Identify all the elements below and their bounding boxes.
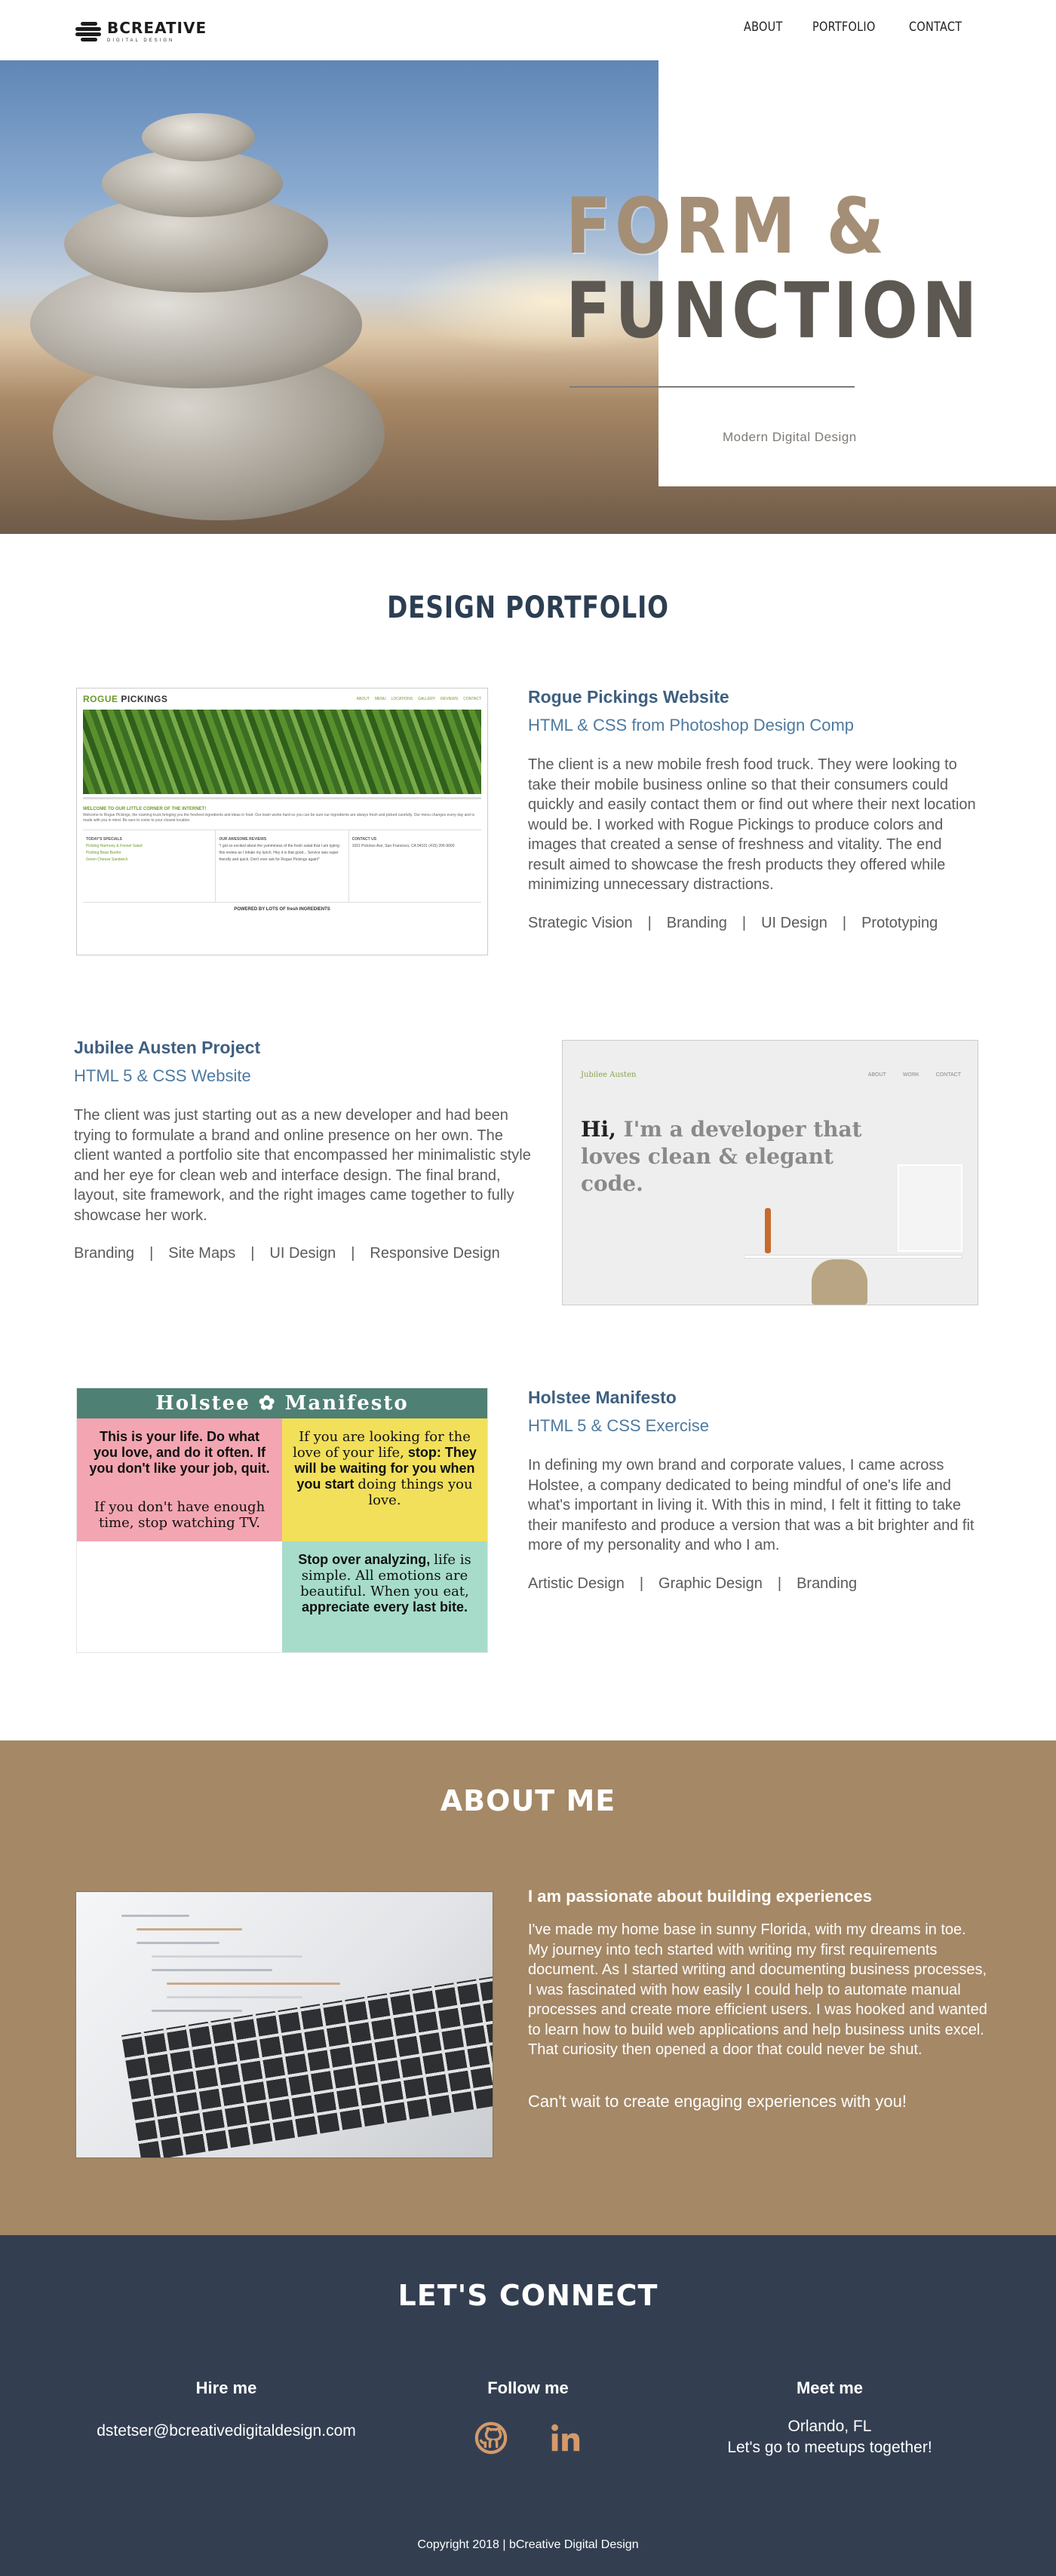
logo-text: BCREATIVE — [107, 19, 207, 37]
mock-logo: ROGUE PICKINGS — [83, 694, 168, 704]
top-navbar: BCREATIVE DIGITAL DESIGN ABOUT PORTFOLIO… — [0, 0, 1056, 60]
project-title[interactable]: Holstee Manifesto — [528, 1388, 984, 1407]
mock-header: ROGUE PICKINGS ABOUT MENU LOCATIONS GALLERY… — [77, 688, 487, 710]
mock-nav: ABOUT MENU LOCATIONS GALLERY REVIEWS CONTACT — [356, 697, 481, 701]
project-subtitle: HTML 5 & CSS Website — [74, 1066, 251, 1085]
about-text: I am passionate about building experienc… — [528, 1887, 988, 2111]
linkedin-icon[interactable] — [548, 2421, 582, 2455]
mock-frame — [898, 1164, 962, 1252]
mock-divider — [83, 797, 481, 799]
hire-column: Hire me dstetser@bcreativedigitaldesign.… — [68, 2378, 385, 2442]
mock-col-reviews: OUR AWESOME REVIEWS "I got so excited ab… — [216, 830, 349, 902]
about-subheading: I am passionate about building experienc… — [528, 1887, 873, 1906]
social-icons — [370, 2421, 686, 2455]
mock-chair — [812, 1259, 867, 1305]
mock-welcome: WELCOME TO OUR LITTLE CORNER OF THE INTE… — [83, 807, 207, 811]
mock-vase — [765, 1208, 771, 1253]
mock-cell-pink: This is your life. Do what you love, and… — [77, 1418, 282, 1541]
project-tag: Prototyping — [861, 914, 938, 931]
project-description: In defining my own brand and corporate v… — [528, 1457, 975, 1553]
project-tag: Branding — [797, 1575, 858, 1592]
mock-cell-yellow: If you are looking for the love of your … — [282, 1418, 487, 1541]
project-tag: Responsive Design — [370, 1245, 500, 1262]
mock-desk — [744, 1255, 962, 1259]
hero-subtitle: Modern Digital Design — [723, 430, 857, 444]
project-tag: Site Maps — [168, 1245, 236, 1262]
project-tags: Artistic Design | Graphic Design | Brandin… — [528, 1575, 858, 1592]
mock-logo: Jubilee Austen — [581, 1071, 637, 1079]
mock-columns: TODAY'S SPECIALS Pickling Harmony & Fenn… — [83, 830, 481, 902]
connect-section: LET'S CONNECT Hire me dstetser@bcreative… — [0, 2235, 1056, 2576]
meet-heading: Meet me — [796, 2378, 864, 2397]
holstee-manifesto-details: Holstee Manifesto HTML 5 & CSS Exercise … — [528, 1388, 984, 1593]
project-subtitle: HTML & CSS from Photoshop Design Comp — [528, 716, 855, 734]
follow-column: Follow me — [370, 2378, 686, 2455]
logo-subtext: DIGITAL DESIGN — [107, 38, 175, 43]
rogue-pickings-thumbnail[interactable]: ROGUE PICKINGS ABOUT MENU LOCATIONS GALLERY… — [76, 688, 488, 955]
mock-body: Welcome to Rogue Pickings, the roaming t… — [83, 813, 474, 823]
about-section: ABOUT ME I am passionate about building … — [0, 1740, 1056, 2235]
stone-top — [142, 113, 255, 161]
project-description: The client is a new mobile fresh food tr… — [528, 756, 976, 893]
project-tag: Branding — [666, 914, 727, 931]
mock-header: Holstee ✿ Manifesto — [77, 1388, 487, 1418]
github-icon[interactable] — [474, 2421, 508, 2455]
hero-banner: FORM & FUNCTION Modern Digital Design — [0, 60, 1056, 534]
hero-divider — [569, 386, 855, 388]
brand-logo[interactable]: BCREATIVE DIGITAL DESIGN — [75, 18, 207, 45]
project-tag: Strategic Vision — [528, 914, 633, 931]
mock-nav: ABOUT WORK CONTACT — [867, 1072, 961, 1078]
email-link[interactable]: dstetser@bcreativedigitaldesign.com — [68, 2421, 385, 2442]
project-tag: Artistic Design — [528, 1575, 625, 1592]
project-tag: Branding — [74, 1245, 135, 1262]
mock-cell-mint: Stop over analyzing, life is simple. All… — [282, 1541, 487, 1652]
logo-mark-icon — [75, 18, 103, 45]
about-heading: ABOUT ME — [440, 1784, 616, 1817]
project-title[interactable]: Rogue Pickings Website — [528, 687, 981, 707]
rogue-pickings-details: Rogue Pickings Website HTML & CSS from P… — [528, 687, 981, 932]
hero-title-line2: FUNCTION — [566, 266, 981, 356]
project-tags: Branding | Site Maps | UI Design | Responsi… — [74, 1245, 500, 1262]
nav-portfolio-link[interactable]: PORTFOLIO — [812, 20, 876, 35]
holstee-manifesto-thumbnail[interactable]: Holstee ✿ Manifesto This is your life. D… — [76, 1388, 488, 1653]
hire-heading: Hire me — [195, 2378, 257, 2397]
nav-about-link[interactable]: ABOUT — [744, 20, 783, 35]
portfolio-heading: DESIGN PORTFOLIO — [387, 590, 669, 625]
about-cta: Can't wait to create engaging experience… — [528, 2091, 907, 2111]
project-subtitle: HTML 5 & CSS Exercise — [528, 1416, 710, 1435]
mock-col-contact: CONTACT US 1001 Pickinso Ave, San Franci… — [351, 837, 455, 848]
nav-contact-link[interactable]: CONTACT — [909, 20, 962, 35]
follow-heading: Follow me — [487, 2378, 569, 2397]
meet-note: Let's go to meetups together! — [727, 2439, 932, 2456]
project-tags: Strategic Vision | Branding | UI Design | P… — [528, 914, 938, 931]
mock-col-specials: TODAY'S SPECIALS Pickling Harmony & Fenn… — [83, 830, 216, 902]
mock-grid: This is your life. Do what you love, and… — [77, 1418, 487, 1652]
hero-title: FORM & FUNCTION — [566, 185, 981, 354]
jubilee-austen-details: Jubilee Austen Project HTML 5 & CSS Webs… — [74, 1038, 534, 1262]
connect-heading: LET'S CONNECT — [398, 2279, 658, 2312]
project-tag: Graphic Design — [658, 1575, 763, 1592]
jubilee-austen-thumbnail[interactable]: Jubilee Austen ABOUT WORK CONTACT Hi, I'm … — [562, 1040, 978, 1305]
nav-links: ABOUT PORTFOLIO CONTACT — [744, 20, 972, 35]
laptop-code-image — [75, 1891, 493, 2158]
project-tag: UI Design — [761, 914, 827, 931]
mock-hero-text: Hi, I'm a developer that loves clean & e… — [581, 1117, 862, 1196]
mock-footer: POWERED BY LOTS OF fresh INGREDIENTS — [83, 902, 481, 912]
project-tag: UI Design — [269, 1245, 336, 1262]
about-body: I've made my home base in sunny Florida,… — [528, 1921, 987, 2058]
project-title[interactable]: Jubilee Austen Project — [74, 1038, 534, 1057]
hero-title-line1: FORM & — [566, 182, 889, 271]
mock-green-beans-image — [83, 710, 481, 794]
project-description: The client was just starting out as a ne… — [74, 1107, 531, 1224]
meet-location: Orlando, FL — [787, 2418, 872, 2435]
copyright-text: Copyright 2018 | bCreative Digital Desig… — [417, 2538, 639, 2551]
meet-column: Meet me Orlando, FL Let's go to meetups … — [671, 2378, 988, 2458]
